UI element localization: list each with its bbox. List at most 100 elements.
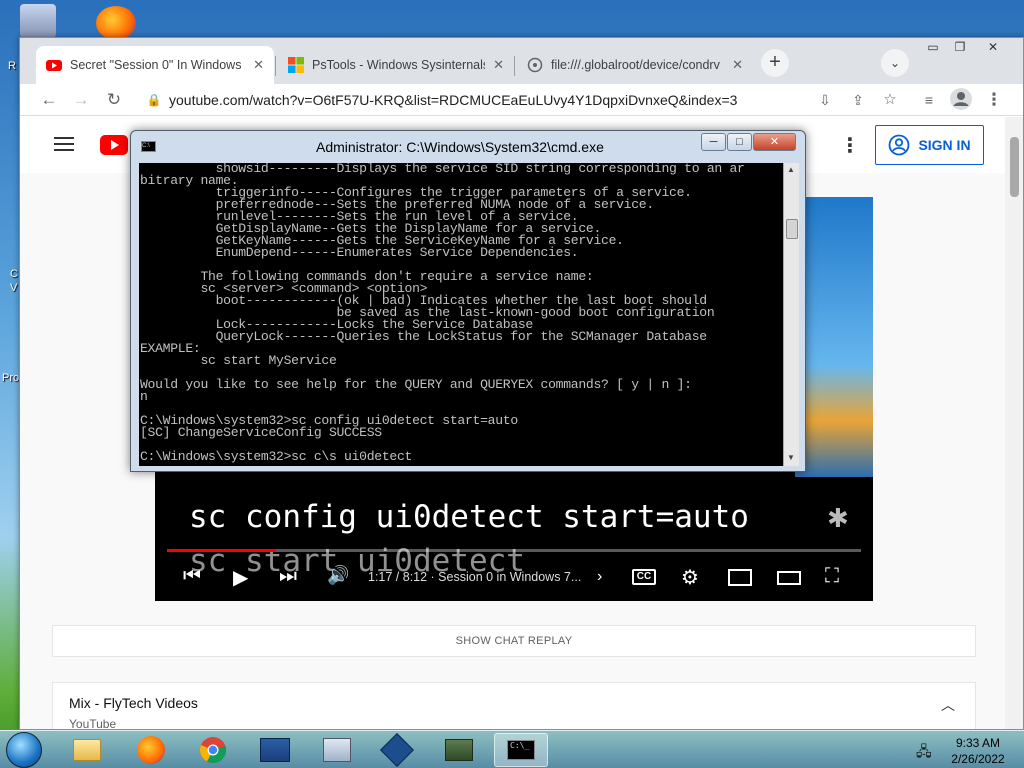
mix-title: Mix - FlyTech Videos: [69, 695, 198, 711]
account-icon: [889, 134, 910, 156]
play-icon[interactable]: ▶: [233, 565, 248, 590]
media-control-icon[interactable]: ≡: [917, 88, 941, 112]
firefox-icon: [137, 736, 165, 764]
miniplayer-icon[interactable]: [728, 569, 752, 586]
taskbar-perfmon[interactable]: [310, 733, 364, 767]
menu-kebab-icon[interactable]: ⋮: [982, 88, 1006, 112]
cmd-maximize-button[interactable]: □: [727, 133, 752, 151]
taskbar-firefox[interactable]: [124, 733, 178, 767]
cmd-line: sc start MyService: [140, 353, 337, 368]
recycle-bin-icon[interactable]: [20, 4, 56, 38]
page-scrollbar[interactable]: [1005, 117, 1023, 729]
tab-search-button[interactable]: ⌄: [881, 49, 909, 77]
globe-icon: [527, 57, 543, 73]
theater-mode-icon[interactable]: [777, 571, 801, 585]
scroll-thumb[interactable]: [1010, 137, 1019, 197]
cmd-close-button[interactable]: ✕: [753, 133, 796, 151]
tab-file[interactable]: file:///.globalroot/device/condrv ✕: [517, 46, 753, 84]
performance-monitor-icon: [323, 738, 351, 762]
tab-strip: Secret "Session 0" In Windows - ✕ PsTool…: [20, 38, 1023, 84]
previous-icon[interactable]: ⏮: [183, 565, 201, 588]
address-bar[interactable]: 🔒 youtube.com/watch?v=O6tF57U-KRQ&list=R…: [135, 86, 920, 114]
desktop-label-fragment: C: [10, 268, 18, 280]
start-button[interactable]: [6, 732, 42, 768]
back-button[interactable]: ←: [37, 88, 61, 112]
cmd-line: EnumDepend------Enumerates Service Depen…: [140, 245, 579, 260]
youtube-logo-icon[interactable]: [100, 135, 128, 160]
tab-youtube[interactable]: Secret "Session 0" In Windows - ✕: [36, 46, 274, 84]
taskbar-chrome[interactable]: [186, 733, 240, 767]
install-icon[interactable]: ⇩: [813, 88, 837, 112]
new-tab-button[interactable]: +: [761, 49, 789, 77]
cmd-icon: C:\_: [507, 740, 535, 760]
network-tray-icon[interactable]: 🖧: [916, 741, 932, 765]
maximize-button[interactable]: ❐: [947, 40, 973, 56]
close-tab-icon[interactable]: ✕: [253, 57, 264, 73]
windows-icon: [288, 57, 304, 73]
show-chat-replay-button[interactable]: SHOW CHAT REPLAY: [52, 625, 976, 657]
computer-icon: [445, 739, 473, 761]
more-options-icon[interactable]: ⋮: [840, 133, 860, 158]
scroll-down-icon[interactable]: ▼: [787, 453, 795, 462]
cmd-window: C:\ Administrator: C:\Windows\System32\c…: [130, 130, 806, 472]
tab-title: PsTools - Windows Sysinternals |: [312, 58, 486, 72]
captions-icon[interactable]: CC: [632, 569, 656, 585]
progress-fill: [167, 549, 276, 552]
sign-in-button[interactable]: SIGN IN: [875, 125, 984, 165]
cmd-line: [SC] ChangeServiceConfig SUCCESS: [140, 425, 382, 440]
clock[interactable]: 9:33 AM 2/26/2022: [946, 735, 1010, 767]
cmd-output: showsid---------Displays the service SID…: [140, 163, 745, 463]
minimize-button[interactable]: ▭: [920, 40, 946, 56]
virtualbox-icon: [380, 733, 414, 767]
forward-button[interactable]: →: [69, 88, 93, 112]
clock-date: 2/26/2022: [951, 752, 1005, 766]
taskbar-network-app[interactable]: [248, 733, 302, 767]
time-display: 1:17 / 8:12 · Session 0 in Windows 7...: [368, 570, 582, 584]
taskbar: C:\_ 🖧 9:33 AM 2/26/2022: [0, 730, 1024, 768]
url-text: youtube.com/watch?v=O6tF57U-KRQ&list=RDC…: [169, 92, 738, 108]
channel-watermark-icon: ✱: [827, 503, 849, 533]
close-tab-icon[interactable]: ✕: [493, 57, 504, 73]
hamburger-menu-icon[interactable]: [54, 137, 74, 151]
mix-playlist-panel: Mix - FlyTech Videos YouTube ︿: [52, 682, 976, 729]
sign-in-label: SIGN IN: [918, 137, 971, 153]
scroll-up-icon[interactable]: ▲: [787, 165, 795, 174]
chrome-icon: [200, 737, 227, 764]
close-window-button[interactable]: ✕: [980, 40, 1006, 56]
reload-button[interactable]: ↻: [102, 88, 126, 112]
chevron-right-icon[interactable]: ›: [597, 568, 602, 586]
progress-bar[interactable]: [167, 549, 861, 552]
profile-avatar[interactable]: [949, 88, 973, 112]
desktop-label-fragment: Pro: [2, 372, 20, 384]
tab-pstools[interactable]: PsTools - Windows Sysinternals | ✕: [278, 46, 514, 84]
close-tab-icon[interactable]: ✕: [732, 57, 743, 73]
taskbar-virtualbox[interactable]: [370, 733, 424, 767]
cmd-line: QueryLock-------Queries the LockStatus f…: [140, 329, 708, 344]
firefox-desktop-icon[interactable]: [96, 6, 136, 40]
youtube-icon: [46, 57, 62, 73]
video-frame-art: [795, 197, 873, 477]
taskbar-cmd[interactable]: C:\_: [494, 733, 548, 767]
next-icon[interactable]: ⏭: [279, 565, 297, 588]
cmd-titlebar[interactable]: C:\ Administrator: C:\Windows\System32\c…: [131, 131, 805, 161]
desktop-label-fragment: R: [8, 60, 16, 72]
cmd-line: n: [140, 389, 148, 404]
volume-icon[interactable]: 🔊: [327, 565, 349, 586]
chevron-up-icon[interactable]: ︿: [941, 695, 955, 715]
taskbar-devicemgr[interactable]: [432, 733, 486, 767]
cmd-console[interactable]: showsid---------Displays the service SID…: [139, 163, 799, 466]
cmd-scroll-thumb[interactable]: [786, 219, 798, 239]
tab-title: Secret "Session 0" In Windows -: [70, 58, 246, 72]
share-icon[interactable]: ⇪: [846, 88, 870, 112]
settings-gear-icon[interactable]: ⚙: [681, 565, 699, 590]
cmd-scrollbar[interactable]: ▲ ▼: [783, 163, 799, 466]
tab-separator: [275, 56, 276, 76]
fullscreen-icon[interactable]: ⛶: [825, 565, 839, 588]
monitor-shield-icon: [260, 738, 290, 762]
cmd-minimize-button[interactable]: ─: [701, 133, 726, 151]
cmd-app-icon: C:\: [141, 141, 156, 152]
tab-title: file:///.globalroot/device/condrv: [551, 58, 720, 72]
taskbar-explorer[interactable]: [60, 733, 114, 767]
bookmark-star-icon[interactable]: ☆: [878, 88, 902, 112]
desktop-label-fragment: V: [10, 282, 18, 294]
